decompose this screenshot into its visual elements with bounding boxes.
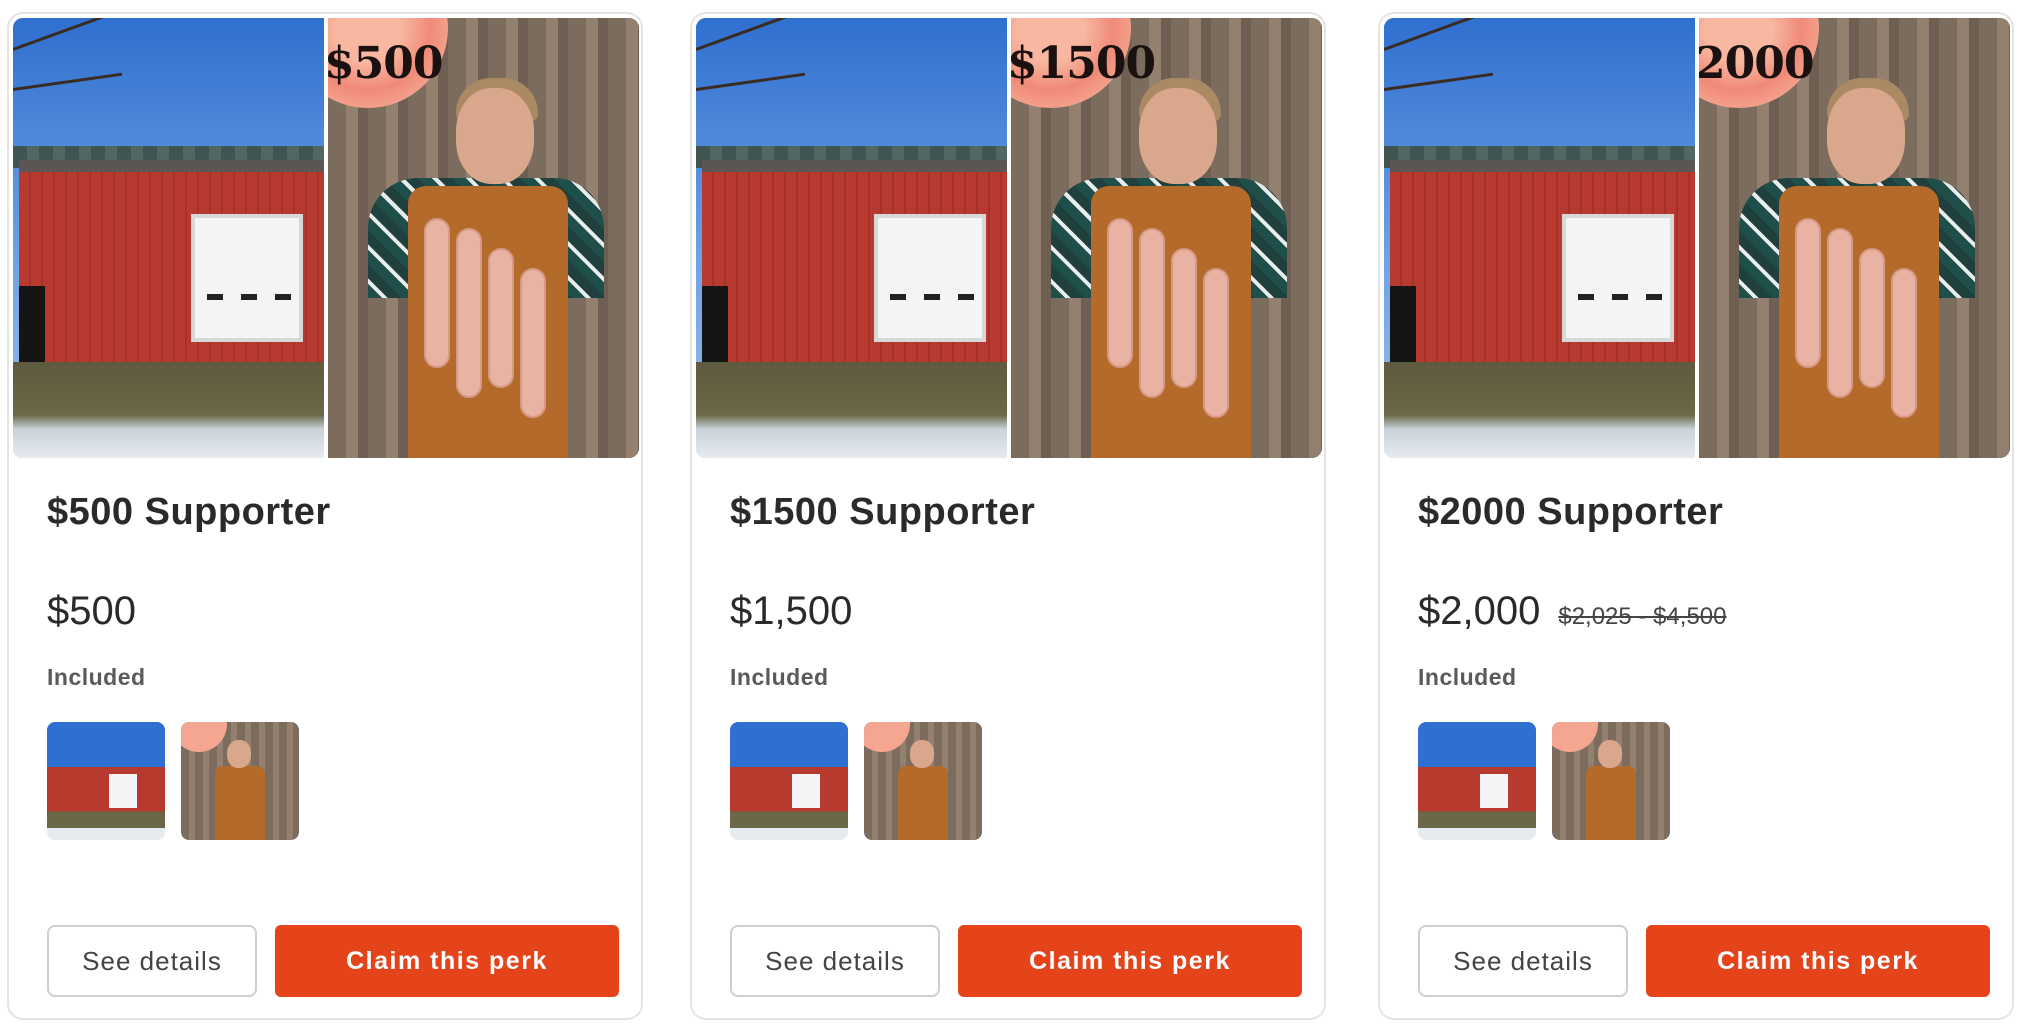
original-price: $2,025 - $4,500 — [1558, 603, 1727, 630]
see-details-button[interactable]: See details — [730, 925, 940, 997]
included-label: Included — [730, 664, 829, 690]
included-label: Included — [1418, 664, 1517, 690]
perk-title: $2000 Supporter — [1418, 491, 1724, 533]
barn-photo — [13, 18, 324, 458]
included-item-thumbnail[interactable] — [1418, 722, 1536, 840]
claim-perk-button[interactable]: Claim this perk — [958, 925, 1302, 997]
see-details-button[interactable]: See details — [1418, 925, 1628, 997]
perk-card[interactable]: 2000 $2000 Supporter $2,000 $2,025 - $4,… — [1378, 12, 2014, 1020]
perk-card[interactable]: $1500 $1500 Supporter $1,500 Included Se… — [690, 12, 1326, 1020]
barn-photo — [1384, 18, 1695, 458]
perk-title: $1500 Supporter — [730, 491, 1036, 533]
perk-hero-images[interactable]: $1500 — [696, 18, 1322, 458]
butcher-photo: $500 — [328, 18, 639, 458]
claim-perk-button[interactable]: Claim this perk — [1646, 925, 1990, 997]
perk-price: $500 — [47, 589, 136, 633]
barn-photo — [696, 18, 1007, 458]
included-items — [1418, 722, 1670, 840]
perk-hero-images[interactable]: $500 — [13, 18, 639, 458]
perk-price: $1,500 — [730, 589, 853, 633]
price-row: $500 — [47, 589, 136, 634]
included-item-thumbnail[interactable] — [181, 722, 299, 840]
image-price-tag: $500 — [328, 38, 443, 89]
included-item-thumbnail[interactable] — [47, 722, 165, 840]
image-price-tag: $1500 — [1011, 38, 1156, 89]
claim-perk-button[interactable]: Claim this perk — [275, 925, 619, 997]
see-details-button[interactable]: See details — [47, 925, 257, 997]
perk-card[interactable]: $500 $500 Supporter $500 Included See de… — [7, 12, 643, 1020]
included-item-thumbnail[interactable] — [1552, 722, 1670, 840]
butcher-photo: 2000 — [1699, 18, 2010, 458]
perk-hero-images[interactable]: 2000 — [1384, 18, 2010, 458]
included-items — [730, 722, 982, 840]
butcher-photo: $1500 — [1011, 18, 1322, 458]
price-row: $1,500 — [730, 589, 852, 634]
perk-price: $2,000 — [1418, 589, 1541, 633]
included-item-thumbnail[interactable] — [864, 722, 982, 840]
image-price-tag: 2000 — [1699, 38, 1814, 89]
price-row: $2,000 $2,025 - $4,500 — [1418, 589, 1726, 634]
included-items — [47, 722, 299, 840]
included-label: Included — [47, 664, 146, 690]
perk-title: $500 Supporter — [47, 491, 331, 533]
included-item-thumbnail[interactable] — [730, 722, 848, 840]
